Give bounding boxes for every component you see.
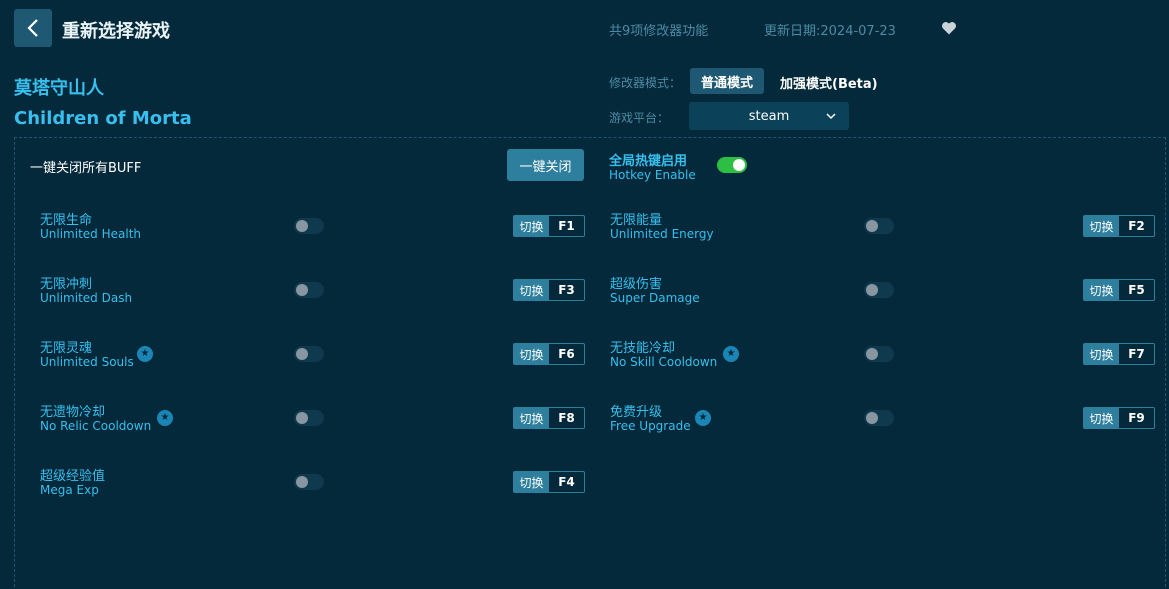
switch-label: 切换 <box>1084 216 1119 236</box>
hotkey-key: F9 <box>1128 411 1145 425</box>
hotkey-switch-button[interactable]: 切换 F1 <box>513 215 585 237</box>
cheat-name-en: No Skill Cooldown <box>610 355 718 369</box>
normal-mode-button[interactable]: 普通模式 <box>690 68 764 94</box>
cheat-row: 无技能冷却 No Skill Cooldown ★ 切换 F7 <box>610 337 1169 377</box>
cheat-row: 无限冲刺 Unlimited Dash 切换 F3 <box>40 273 600 313</box>
hotkey-enable-toggle[interactable] <box>717 157 747 173</box>
switch-label: 切换 <box>1084 344 1119 364</box>
hotkey-switch-button[interactable]: 切换 F9 <box>1083 407 1155 429</box>
hotkey-label-cn: 全局热键启用 <box>609 154 688 169</box>
platform-label: 游戏平台： <box>609 111 670 125</box>
game-name-en: Children of Morta <box>14 108 192 129</box>
cheat-toggle[interactable] <box>294 218 324 234</box>
toggle-knob <box>296 348 308 360</box>
page-title: 重新选择游戏 <box>62 21 170 42</box>
cheat-name-cn: 无限能量 <box>610 213 663 228</box>
star-icon: ★ <box>723 346 739 362</box>
hotkey-label-en: Hotkey Enable <box>609 168 696 182</box>
cheat-name-cn: 超级经验值 <box>40 469 106 484</box>
close-all-button[interactable]: 一键关闭 <box>507 149 584 181</box>
hotkey-key: F7 <box>1128 347 1145 361</box>
cheat-name-en: No Relic Cooldown <box>40 419 152 433</box>
cheat-row: 免费升级 Free Upgrade ★ 切换 F9 <box>610 401 1169 441</box>
star-icon: ★ <box>695 410 711 426</box>
cheat-name-cn: 免费升级 <box>610 405 663 420</box>
cheat-toggle[interactable] <box>864 218 894 234</box>
hotkey-switch-button[interactable]: 切换 F5 <box>1083 279 1155 301</box>
toggle-knob <box>866 220 878 232</box>
hotkey-key: F8 <box>558 411 575 425</box>
toggle-knob <box>866 412 878 424</box>
cheat-name-cn: 无限灵魂 <box>40 341 93 356</box>
hotkey-switch-button[interactable]: 切换 F7 <box>1083 343 1155 365</box>
switch-label: 切换 <box>514 472 549 492</box>
hotkey-key: F5 <box>1128 283 1145 297</box>
cheat-name-en: Mega Exp <box>40 483 99 497</box>
mode-label: 修改器模式： <box>609 76 682 90</box>
star-icon: ★ <box>137 346 153 362</box>
cheat-name-cn: 超级伤害 <box>610 277 663 292</box>
cheat-toggle[interactable] <box>294 346 324 362</box>
back-button[interactable] <box>14 9 52 47</box>
feature-count: 共9项修改器功能 <box>609 24 709 39</box>
hotkey-switch-button[interactable]: 切换 F6 <box>513 343 585 365</box>
cheat-toggle[interactable] <box>864 410 894 426</box>
cheat-row: 超级经验值 Mega Exp 切换 F4 <box>40 465 600 505</box>
cheat-toggle[interactable] <box>294 410 324 426</box>
cheat-name-en: Super Damage <box>610 291 700 305</box>
cheat-name-en: Unlimited Souls <box>40 355 134 369</box>
cheat-name-cn: 无遗物冷却 <box>40 405 106 420</box>
chevron-left-icon <box>27 19 38 37</box>
toggle-knob <box>866 284 878 296</box>
hotkey-switch-button[interactable]: 切换 F3 <box>513 279 585 301</box>
cheat-row: 无限能量 Unlimited Energy 切换 F2 <box>610 209 1169 249</box>
switch-label: 切换 <box>1084 280 1119 300</box>
toggle-knob <box>296 476 308 488</box>
cheat-name-en: Unlimited Energy <box>610 227 714 241</box>
cheat-row: 无限灵魂 Unlimited Souls ★ 切换 F6 <box>40 337 600 377</box>
cheat-name-cn: 无限冲刺 <box>40 277 93 292</box>
hotkey-key: F1 <box>558 219 575 233</box>
cheat-row: 无遗物冷却 No Relic Cooldown ★ 切换 F8 <box>40 401 600 441</box>
cheat-toggle[interactable] <box>294 282 324 298</box>
chevron-down-icon <box>826 113 836 120</box>
cheat-name-en: Unlimited Dash <box>40 291 133 305</box>
toggle-knob <box>296 284 308 296</box>
update-date: 更新日期:2024-07-23 <box>764 24 896 39</box>
cheat-toggle[interactable] <box>864 346 894 362</box>
hotkey-switch-button[interactable]: 切换 F8 <box>513 407 585 429</box>
hotkey-key: F6 <box>558 347 575 361</box>
toggle-knob <box>296 412 308 424</box>
platform-value: steam <box>748 108 790 124</box>
switch-label: 切换 <box>514 408 549 428</box>
hotkey-key: F4 <box>558 475 575 489</box>
switch-label: 切换 <box>514 344 549 364</box>
heart-icon[interactable] <box>941 20 957 36</box>
hotkey-key: F3 <box>558 283 575 297</box>
cheat-name-en: Unlimited Health <box>40 227 142 241</box>
cheat-row: 无限生命 Unlimited Health 切换 F1 <box>40 209 600 249</box>
cheat-name-en: Free Upgrade <box>610 419 691 433</box>
star-icon: ★ <box>157 410 173 426</box>
game-name-cn: 莫塔守山人 <box>14 78 104 99</box>
toggle-knob <box>866 348 878 360</box>
enhanced-mode-button[interactable]: 加强模式(Beta) <box>780 73 878 92</box>
cheat-toggle[interactable] <box>294 474 324 490</box>
switch-label: 切换 <box>1084 408 1119 428</box>
cheat-name-cn: 无限生命 <box>40 213 93 228</box>
platform-select[interactable]: steam <box>689 102 849 130</box>
toggle-knob <box>733 159 745 171</box>
close-all-label: 一键关闭所有BUFF <box>30 161 142 176</box>
hotkey-switch-button[interactable]: 切换 F4 <box>513 471 585 493</box>
hotkey-switch-button[interactable]: 切换 F2 <box>1083 215 1155 237</box>
cheat-toggle[interactable] <box>864 282 894 298</box>
cheat-row: 超级伤害 Super Damage 切换 F5 <box>610 273 1169 313</box>
switch-label: 切换 <box>514 216 549 236</box>
switch-label: 切换 <box>514 280 549 300</box>
hotkey-key: F2 <box>1128 219 1145 233</box>
toggle-knob <box>296 220 308 232</box>
cheat-name-cn: 无技能冷却 <box>610 341 676 356</box>
